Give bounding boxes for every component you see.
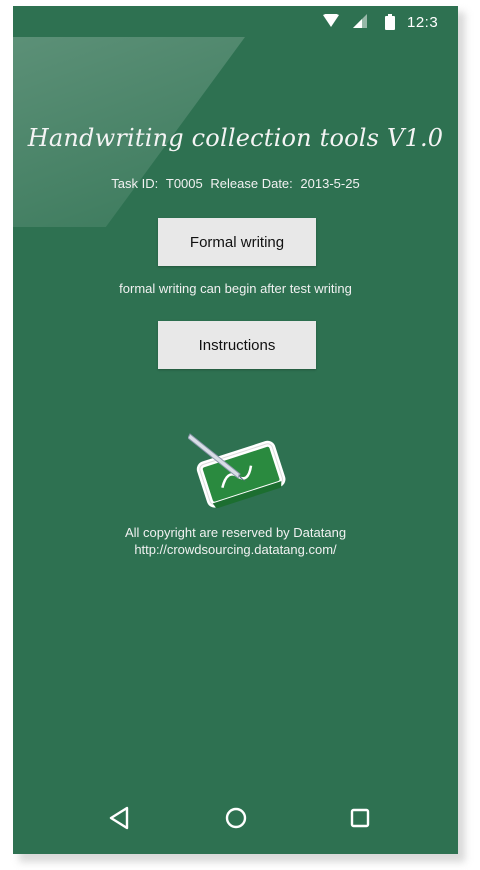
navigation-bar [13, 792, 458, 854]
recents-icon[interactable] [340, 798, 380, 838]
phone-screen: 12:3 Handwriting collection tools V1.0 T… [13, 6, 458, 854]
formal-writing-button[interactable]: Formal writing [158, 218, 316, 266]
cell-signal-icon [353, 14, 367, 33]
app-title: Handwriting collection tools V1.0 [27, 124, 444, 152]
copyright-line: All copyright are reserved by Datatang [124, 525, 347, 540]
wifi-icon [323, 13, 339, 33]
formal-writing-hint: formal writing can begin after test writ… [119, 281, 352, 296]
task-id-label: Task ID: [111, 176, 159, 191]
home-icon[interactable] [216, 798, 256, 838]
instructions-button[interactable]: Instructions [158, 321, 316, 369]
copyright-url: http://crowdsourcing.datatang.com/ [134, 542, 337, 557]
tablet-pen-icon [187, 426, 290, 513]
copyright-notice: All copyright are reserved by Datatang h… [13, 524, 458, 558]
battery-icon [385, 14, 395, 35]
status-bar: 12:3 [13, 6, 458, 37]
back-icon[interactable] [100, 798, 140, 838]
task-info: Task ID: T0005 Release Date: 2013-5-25 [13, 176, 458, 191]
clock-time: 12:3 [407, 14, 439, 31]
task-id-value: T0005 [165, 176, 203, 191]
release-date-label: Release Date: [210, 176, 293, 191]
release-date-value: 2013-5-25 [300, 176, 360, 191]
